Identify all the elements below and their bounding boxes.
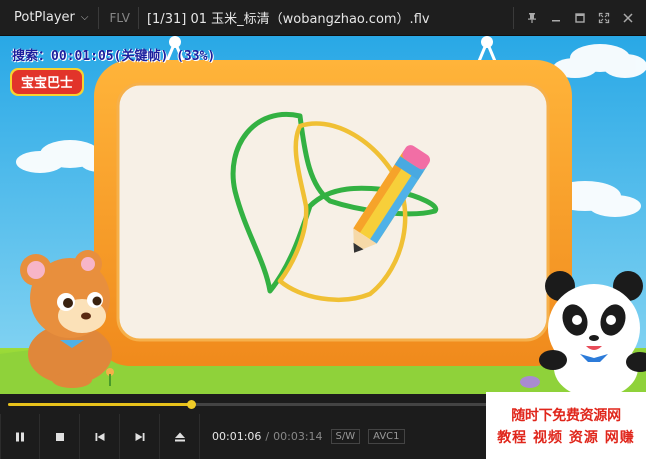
previous-button[interactable] [80,414,120,459]
stop-icon [55,432,64,441]
video-frame[interactable]: 搜索：00:01:05(关键帧) (33%) 宝宝巴士 [0,36,646,394]
codec-badge[interactable]: AVC1 [368,429,405,444]
fullscreen-icon[interactable] [592,6,616,30]
close-icon[interactable] [616,6,640,30]
pause-button[interactable] [0,414,40,459]
window-title: [1/31] 01 玉米_标清（wobangzhao.com）.flv [146,12,430,27]
current-time[interactable]: 00:01:06 [212,430,261,443]
maximize-icon[interactable] [568,6,592,30]
svg-text:宝宝巴士: 宝宝巴士 [21,75,73,91]
decoder-badge[interactable]: S/W [330,429,361,444]
seek-osd: 搜索：00:01:05(关键帧) (33%) [12,49,216,64]
seek-progress [8,403,191,406]
previous-icon [95,432,104,441]
minimize-icon[interactable] [544,6,568,30]
watermark-line-1: 随时下免费资源网 [511,407,621,424]
stop-button[interactable] [40,414,80,459]
video-scene [0,36,646,394]
app-name: PotPlayer [14,10,75,25]
pin-icon[interactable] [520,6,544,30]
total-time[interactable]: 00:03:14 [273,430,322,443]
time-separator: / [265,430,270,443]
pause-icon [16,432,24,441]
chevron-down-icon: ⌵ [80,12,89,23]
baby-bus-logo: 宝宝巴士 [10,68,84,96]
seek-handle[interactable] [186,400,196,409]
divider [513,7,514,29]
eject-icon [174,432,185,441]
eject-button[interactable] [160,414,200,459]
format-label: FLV [109,10,130,25]
next-icon [135,432,144,441]
app-menu-button[interactable]: PotPlayer ⌵ [0,0,98,35]
title-bar: PotPlayer ⌵ FLV [1/31] 01 玉米_标清（wobangzh… [0,0,646,36]
window-controls [507,0,646,36]
next-button[interactable] [120,414,160,459]
watermark-line-2: 教程 视频 资源 网赚 [497,429,635,446]
site-watermark: 随时下免费资源网 教程 视频 资源 网赚 [486,392,646,459]
